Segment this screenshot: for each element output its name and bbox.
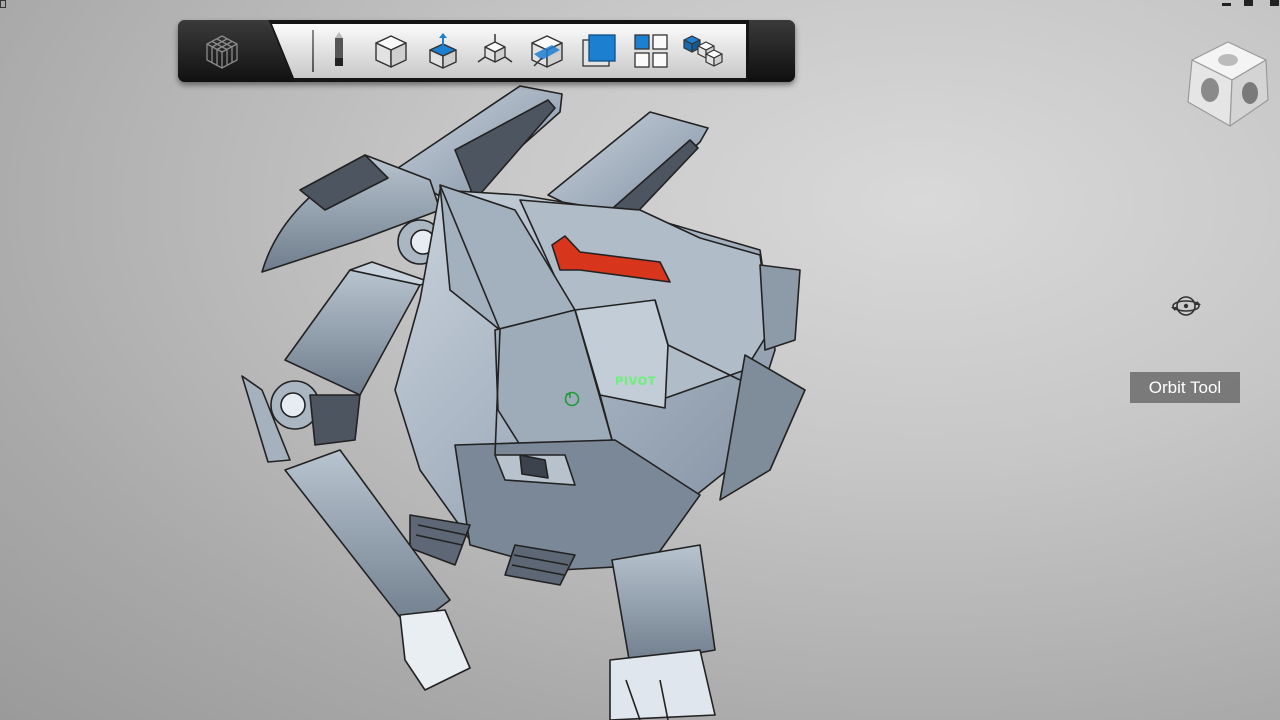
- four-view-grid-icon[interactable]: [630, 30, 672, 72]
- cube-top-face-icon[interactable]: [422, 30, 464, 72]
- robot-model[interactable]: [0, 0, 1280, 720]
- app-cube-logo-icon[interactable]: [202, 32, 242, 72]
- 3d-viewport[interactable]: PIVOT Orbit Tool: [0, 0, 1280, 720]
- pivot-marker-icon[interactable]: [562, 389, 582, 409]
- view-toolbar: [178, 20, 795, 82]
- toolbar-separator: [312, 30, 314, 72]
- orbit-cursor-icon: [1171, 296, 1201, 316]
- toolbar-right-cap: [749, 20, 795, 82]
- cube-section-plane-icon[interactable]: [526, 30, 568, 72]
- pivot-label: PIVOT: [615, 374, 657, 388]
- pencil-icon[interactable]: [318, 30, 360, 72]
- view-cube[interactable]: [1180, 38, 1276, 130]
- orbit-tool-tooltip: Orbit Tool: [1130, 372, 1240, 403]
- cube-icon[interactable]: [370, 30, 412, 72]
- cube-move-arrows-icon[interactable]: [474, 30, 516, 72]
- single-view-icon[interactable]: [578, 30, 620, 72]
- assembly-blocks-icon[interactable]: [682, 30, 724, 72]
